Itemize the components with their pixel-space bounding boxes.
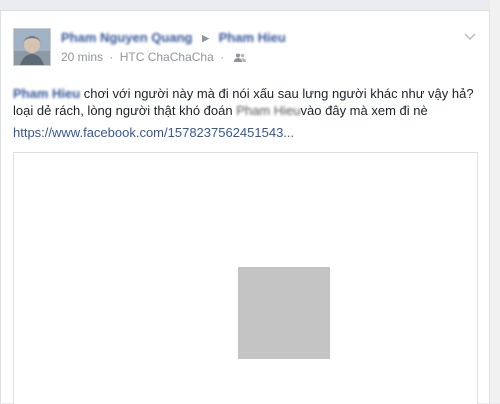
link-preview-box[interactable] bbox=[13, 152, 478, 404]
to-arrow-icon: ▶ bbox=[202, 33, 210, 43]
mentioned-name[interactable]: Pham Hieu bbox=[13, 86, 80, 101]
meta-separator-2: · bbox=[220, 50, 225, 64]
image-placeholder bbox=[238, 267, 330, 359]
post-header-names: Pham Nguyen Quang ▶ Pham Hieu bbox=[61, 30, 286, 46]
post-device: HTC ChaChaCha bbox=[119, 50, 214, 64]
post-meta: 20 mins · HTC ChaChaCha · bbox=[61, 50, 247, 65]
hidden-text: Pham Hieu bbox=[236, 103, 301, 118]
author-name[interactable]: Pham Nguyen Quang bbox=[61, 30, 192, 45]
avatar[interactable] bbox=[13, 28, 51, 66]
avatar-photo bbox=[14, 29, 50, 65]
target-name[interactable]: Pham Hieu bbox=[219, 30, 286, 45]
post-message-part2: vào đây mà xem đi nè bbox=[300, 103, 428, 118]
post-time[interactable]: 20 mins bbox=[61, 50, 103, 64]
scrollbar[interactable] bbox=[490, 0, 500, 403]
friends-icon[interactable] bbox=[234, 51, 247, 65]
meta-separator: · bbox=[109, 50, 114, 64]
chevron-down-icon[interactable] bbox=[463, 29, 477, 43]
news-feed-post: Pham Nguyen Quang ▶ Pham Hieu 20 mins · … bbox=[0, 10, 490, 404]
post-message: Pham Hieu chơi với người này mà đi nói x… bbox=[13, 85, 483, 119]
post-link[interactable]: https://www.facebook.com/157823756245154… bbox=[13, 125, 294, 140]
